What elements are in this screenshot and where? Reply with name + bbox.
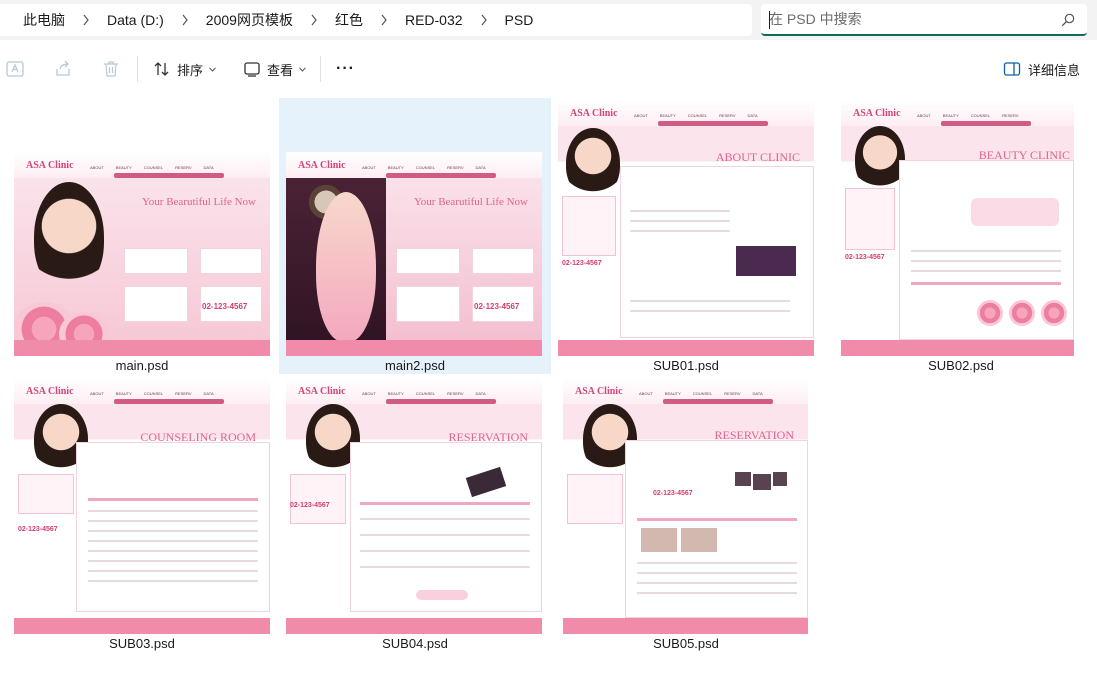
file-tile-sub02[interactable]: ASA Clinic ABOUT BEAUTY COUNSEL RESERV BEAU… [825, 98, 1097, 374]
trash-icon [104, 61, 118, 77]
search-box[interactable] [761, 4, 1087, 36]
file-name: SUB05.psd [653, 636, 719, 651]
file-name: SUB02.psd [928, 358, 994, 373]
breadcrumb-item-red[interactable]: 红色 [335, 10, 363, 30]
file-tile-main2[interactable]: ASA Clinic ABOUT BEAUTY COUNSEL RESERV DATA … [279, 98, 551, 374]
thumbnail: ASA Clinic ABOUT BEAUTY COUNSEL RESERV DATA … [14, 378, 270, 634]
chevron-right-icon[interactable] [164, 14, 206, 26]
sort-icon [154, 62, 169, 76]
file-name: SUB04.psd [382, 636, 448, 651]
file-tile-main[interactable]: ASA Clinic ABOUT BEAUTY COUNSEL RESERV DATA … [6, 98, 278, 374]
toolbar-separator [137, 56, 138, 82]
thumbnail: ASA Clinic ABOUT BEAUTY COUNSEL RESERV BEAU… [841, 100, 1097, 356]
file-tile-sub05[interactable]: ASA Clinic ABOUT BEAUTY COUNSEL RESERV DATA … [550, 378, 822, 654]
thumbnail: ASA Clinic ABOUT BEAUTY COUNSEL RESERV DATA … [558, 100, 814, 356]
details-pane-icon [1003, 62, 1021, 76]
chevron-right-icon[interactable] [463, 14, 505, 26]
share-button[interactable] [53, 57, 73, 81]
breadcrumb-item-templates[interactable]: 2009网页模板 [206, 10, 293, 30]
details-label: 详细信息 [1028, 62, 1081, 78]
thumbnail: ASA Clinic ABOUT BEAUTY COUNSEL RESERV DATA … [563, 378, 819, 634]
view-label: 查看 [267, 62, 294, 78]
text-caret [769, 11, 770, 29]
sort-label: 排序 [177, 62, 204, 78]
file-tile-sub03[interactable]: ASA Clinic ABOUT BEAUTY COUNSEL RESERV DATA … [6, 378, 278, 654]
view-button[interactable]: 查看 [243, 57, 306, 81]
chevron-right-icon[interactable] [293, 14, 335, 26]
details-pane-button[interactable]: 详细信息 [1003, 57, 1080, 81]
toolbar-separator [320, 56, 321, 82]
rename-icon [6, 61, 24, 77]
breadcrumb-item-data-drive[interactable]: Data (D:) [107, 12, 164, 28]
command-bar: 排序 查看 ··· 详细信息 [0, 40, 1097, 98]
chevron-down-icon [299, 66, 306, 72]
view-icon [244, 62, 260, 77]
sort-button[interactable]: 排序 [153, 57, 216, 81]
share-icon [56, 60, 70, 76]
file-tile-sub04[interactable]: ASA Clinic ABOUT BEAUTY COUNSEL RESERV DATA … [279, 378, 551, 654]
breadcrumb-item-this-pc[interactable]: 此电脑 [23, 10, 65, 30]
more-options-button[interactable]: ··· [336, 57, 355, 81]
file-grid: ASA Clinic ABOUT BEAUTY COUNSEL RESERV DATA … [0, 98, 1097, 688]
file-name: main.psd [115, 358, 169, 373]
thumbnail: ASA Clinic ABOUT BEAUTY COUNSEL RESERV DATA … [286, 378, 542, 634]
breadcrumb-item-red-032[interactable]: RED-032 [405, 12, 463, 28]
address-bar-row: 此电脑 Data (D:) 2009网页模板 红色 RED-032 PSD [0, 0, 1097, 40]
breadcrumb[interactable]: 此电脑 Data (D:) 2009网页模板 红色 RED-032 PSD [0, 4, 752, 36]
thumbnail: ASA Clinic ABOUT BEAUTY COUNSEL RESERV DATA … [14, 152, 270, 356]
more-icon: ··· [336, 60, 355, 77]
file-name: main2.psd [385, 358, 445, 373]
file-tile-sub01[interactable]: ASA Clinic ABOUT BEAUTY COUNSEL RESERV DATA … [550, 98, 822, 374]
file-name: SUB03.psd [109, 636, 175, 651]
chevron-right-icon[interactable] [65, 14, 107, 26]
rename-button[interactable] [5, 57, 25, 81]
chevron-down-icon [209, 66, 216, 72]
chevron-right-icon[interactable] [363, 14, 405, 26]
thumbnail: ASA Clinic ABOUT BEAUTY COUNSEL RESERV DATA … [286, 152, 542, 356]
search-input[interactable] [769, 9, 1049, 29]
breadcrumb-item-psd[interactable]: PSD [505, 12, 534, 28]
search-icon[interactable] [1061, 13, 1075, 27]
delete-button[interactable] [101, 57, 121, 81]
file-name: SUB01.psd [653, 358, 719, 373]
